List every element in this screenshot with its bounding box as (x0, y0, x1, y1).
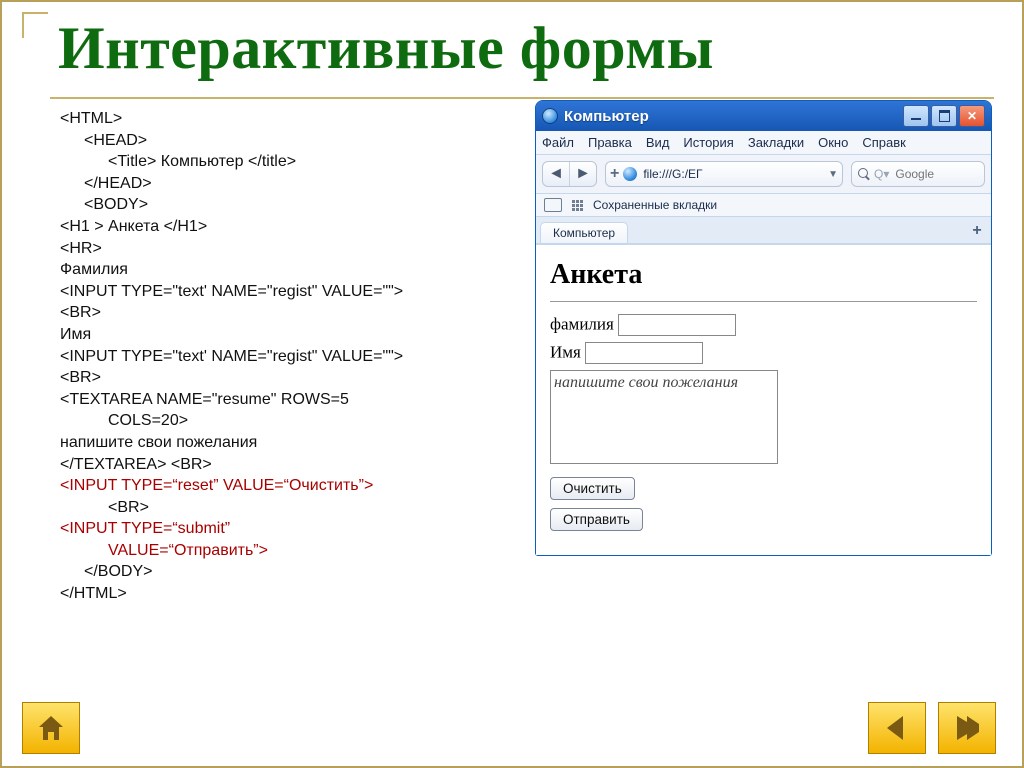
search-q: Q▾ (874, 167, 889, 181)
textarea-wishes[interactable]: напишите свои пожелания (550, 370, 778, 464)
menu-item[interactable]: Правка (588, 135, 632, 150)
slide-title: Интерактивные формы (58, 14, 994, 83)
input-firstname[interactable] (585, 342, 703, 364)
address-bar[interactable]: + ▼ (605, 161, 843, 187)
code-line: <INPUT TYPE="text' NAME="regist" VALUE="… (60, 281, 490, 303)
code-line: </HEAD> (60, 173, 490, 195)
maximize-button[interactable] (931, 105, 957, 127)
toolbar: ◄ ► + ▼ Q▾ (536, 155, 991, 194)
title-area: Интерактивные формы (50, 10, 994, 99)
forward-button[interactable]: ► (569, 162, 596, 186)
code-line: <BODY> (60, 194, 490, 216)
bottom-nav (22, 702, 1002, 754)
tabbar: Компьютер + (536, 217, 991, 244)
search-box[interactable]: Q▾ (851, 161, 985, 187)
code-line: <INPUT TYPE=“reset” VALUE=“Очистить”> (60, 475, 490, 497)
page-heading: Анкета (550, 259, 977, 291)
bookbar-label[interactable]: Сохраненные вкладки (593, 198, 717, 212)
bookmarks-bar: Сохраненные вкладки (536, 194, 991, 217)
globe-icon (623, 167, 637, 181)
code-line: <HEAD> (60, 130, 490, 152)
menu-item[interactable]: Файл (542, 135, 574, 150)
menubar: Файл Правка Вид История Закладки Окно Справк (536, 131, 991, 155)
row-lastname: фамилия (550, 314, 977, 336)
close-button[interactable]: ✕ (959, 105, 985, 127)
label-firstname: Имя (550, 343, 581, 362)
divider (550, 301, 977, 302)
url-input[interactable] (641, 167, 824, 181)
code-line: <BR> (60, 497, 490, 519)
code-line: <H1 > Анкета </H1> (60, 216, 490, 238)
code-line: <INPUT TYPE="text' NAME="regist" VALUE="… (60, 346, 490, 368)
code-line: <BR> (60, 367, 490, 389)
search-icon (858, 168, 870, 180)
window-title: Компьютер (564, 108, 903, 125)
code-line: Имя (60, 324, 490, 346)
menu-item[interactable]: Окно (818, 135, 848, 150)
search-input[interactable] (893, 166, 967, 182)
code-block: <HTML><HEAD><Title> Компьютер </title></… (60, 108, 490, 605)
next-slide-icon[interactable] (938, 702, 996, 754)
book-icon[interactable] (544, 198, 562, 212)
code-line: VALUE=“Отправить”> (60, 540, 490, 562)
browser-content: Анкета фамилия Имя напишите свои пожелан… (536, 244, 991, 555)
row-textarea: напишите свои пожелания (550, 370, 977, 469)
code-line: <HTML> (60, 108, 490, 130)
submit-button[interactable]: Отправить (550, 508, 643, 531)
code-line: <Title> Компьютер </title> (60, 151, 490, 173)
home-icon[interactable] (22, 702, 80, 754)
titlebar: Компьютер ✕ (536, 101, 991, 131)
browser-window: Компьютер ✕ Файл Правка Вид История Закладки… (535, 100, 992, 556)
add-tab-icon[interactable]: + (610, 165, 619, 183)
code-line: <TEXTAREA NAME="resume" ROWS=5 (60, 389, 490, 411)
code-line: <BR> (60, 302, 490, 324)
reset-button[interactable]: Очистить (550, 477, 635, 500)
code-line: COLS=20> (60, 410, 490, 432)
grid-icon[interactable] (572, 200, 583, 211)
menu-item[interactable]: Закладки (748, 135, 804, 150)
minimize-button[interactable] (903, 105, 929, 127)
new-tab-button[interactable]: + (967, 222, 987, 243)
code-line: <HR> (60, 238, 490, 260)
code-line: напишите свои пожелания (60, 432, 490, 454)
code-line: Фамилия (60, 259, 490, 281)
code-line: <INPUT TYPE=“submit” (60, 518, 490, 540)
back-button[interactable]: ◄ (543, 162, 569, 186)
menu-item[interactable]: История (683, 135, 733, 150)
row-firstname: Имя (550, 342, 977, 364)
input-lastname[interactable] (618, 314, 736, 336)
code-line: </HTML> (60, 583, 490, 605)
app-icon (542, 108, 558, 124)
label-lastname: фамилия (550, 315, 614, 334)
code-line: </TEXTAREA> <BR> (60, 454, 490, 476)
nav-back-forward: ◄ ► (542, 161, 597, 187)
tab-computer[interactable]: Компьютер (540, 222, 628, 243)
menu-item[interactable]: Справк (862, 135, 905, 150)
prev-slide-icon[interactable] (868, 702, 926, 754)
chevron-down-icon[interactable]: ▼ (828, 169, 838, 180)
corner-accent (22, 12, 48, 38)
menu-item[interactable]: Вид (646, 135, 670, 150)
code-line: </BODY> (60, 561, 490, 583)
